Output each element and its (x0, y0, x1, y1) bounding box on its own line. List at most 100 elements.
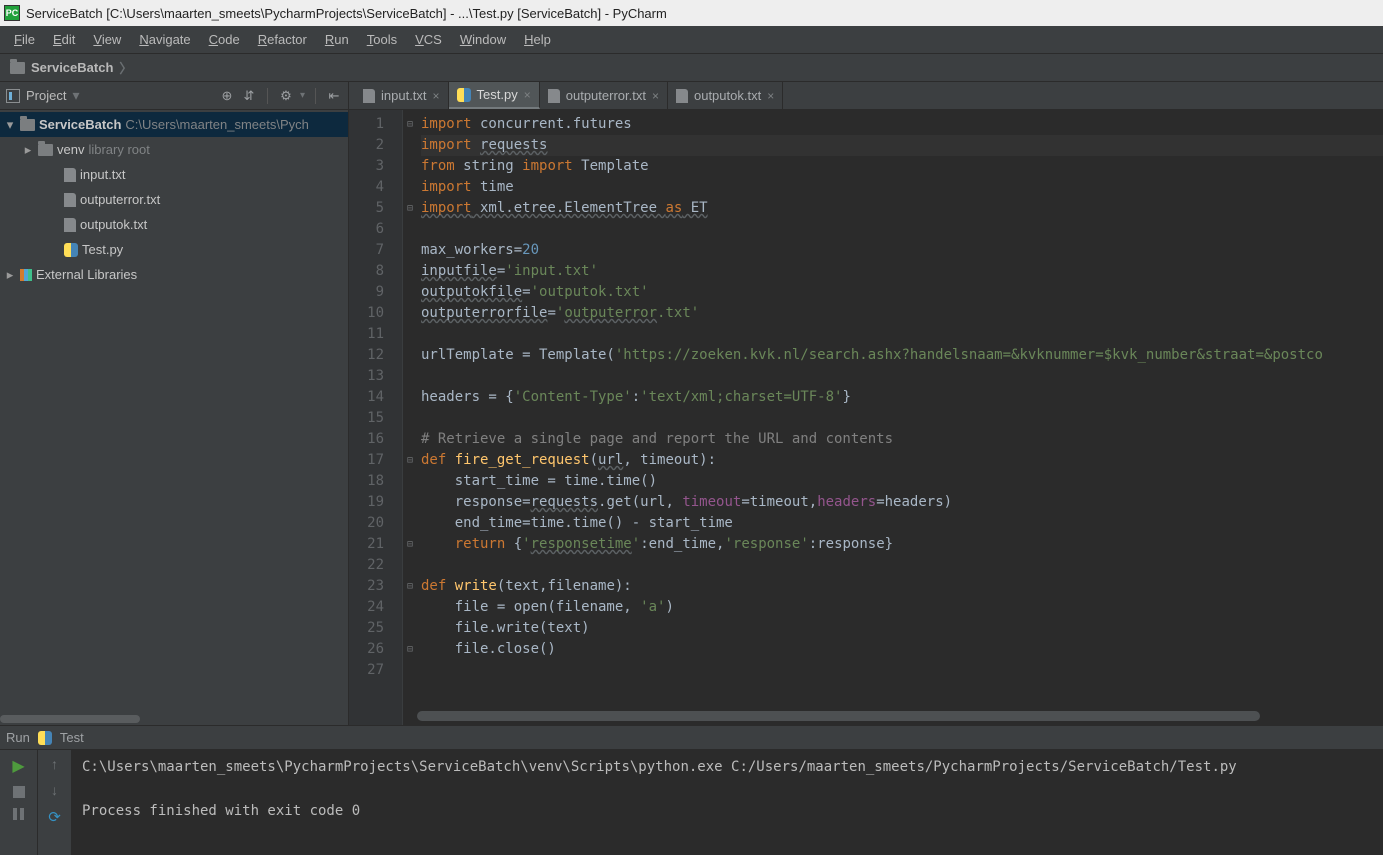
menu-help[interactable]: Help (516, 28, 559, 51)
run-config-name[interactable]: Test (60, 730, 84, 745)
python-file-icon (64, 243, 78, 257)
code-line-4[interactable]: import time (421, 177, 1383, 198)
tree-item-servicebatch[interactable]: ServiceBatch C:\Users\maarten_smeets\Pyc… (0, 112, 348, 137)
run-stop-icon[interactable] (13, 786, 25, 798)
text-file-icon (64, 218, 76, 232)
python-file-icon (457, 88, 471, 102)
code-line-17[interactable]: def fire_get_request(url, timeout): (421, 450, 1383, 471)
text-file-icon (548, 89, 560, 103)
separator (267, 88, 268, 104)
menu-window[interactable]: Window (452, 28, 514, 51)
locate-icon[interactable]: ⊕ (219, 88, 235, 104)
run-play-icon[interactable]: ▶ (12, 756, 24, 776)
close-icon[interactable]: × (433, 89, 440, 103)
chevron-down-icon[interactable]: ▾ (300, 90, 305, 101)
tab-outputerror-txt[interactable]: outputerror.txt × (540, 82, 668, 109)
code-content[interactable]: import concurrent.futuresimport requests… (417, 110, 1383, 725)
menu-edit[interactable]: Edit (45, 28, 83, 51)
code-line-8[interactable]: inputfile='input.txt' (421, 261, 1383, 282)
menu-run[interactable]: Run (317, 28, 357, 51)
code-line-2[interactable]: import requests (421, 135, 1383, 156)
code-line-26[interactable]: file.close() (421, 639, 1383, 660)
tree-arrow-icon[interactable] (22, 142, 34, 158)
run-toolbar-primary: ▶ (0, 750, 38, 855)
folder-icon (10, 62, 25, 74)
code-line-11[interactable] (421, 324, 1383, 345)
code-line-24[interactable]: file = open(filename, 'a') (421, 597, 1383, 618)
up-arrow-icon[interactable]: ↑ (51, 756, 58, 772)
code-line-19[interactable]: response=requests.get(url, timeout=timeo… (421, 492, 1383, 513)
code-line-7[interactable]: max_workers=20 (421, 240, 1383, 261)
tab-outputok-txt[interactable]: outputok.txt× (668, 82, 783, 109)
code-line-3[interactable]: from string import Template (421, 156, 1383, 177)
dropdown-icon[interactable]: ▾ (72, 87, 79, 104)
menu-navigate[interactable]: Navigate (131, 28, 198, 51)
down-arrow-icon[interactable]: ↓ (51, 782, 58, 798)
menubar: FileEditViewNavigateCodeRefactorRunTools… (0, 26, 1383, 54)
close-icon[interactable]: × (767, 89, 774, 103)
menu-view[interactable]: View (85, 28, 129, 51)
app-icon: PC (4, 5, 20, 21)
code-line-18[interactable]: start_time = time.time() (421, 471, 1383, 492)
menu-refactor[interactable]: Refactor (250, 28, 315, 51)
tree-label: Test.py (82, 242, 123, 257)
code-line-6[interactable] (421, 219, 1383, 240)
text-file-icon (64, 168, 76, 182)
code-line-16[interactable]: # Retrieve a single page and report the … (421, 429, 1383, 450)
code-line-20[interactable]: end_time=time.time() - start_time (421, 513, 1383, 534)
menu-file[interactable]: File (6, 28, 43, 51)
text-file-icon (676, 89, 688, 103)
run-body: ▶ ↑ ↓ ⟳ C:\Users\maarten_smeets\PycharmP… (0, 750, 1383, 855)
tab-label: Test.py (477, 87, 518, 102)
close-icon[interactable]: × (524, 88, 531, 102)
collapse-icon[interactable]: ⇵ (241, 88, 257, 104)
horizontal-scrollbar[interactable] (0, 713, 348, 725)
code-line-13[interactable] (421, 366, 1383, 387)
tab-input-txt[interactable]: input.txt× (355, 82, 449, 109)
python-icon (38, 731, 52, 745)
code-line-23[interactable]: def write(text,filename): (421, 576, 1383, 597)
text-file-icon (363, 89, 375, 103)
tree-item-test-py[interactable]: Test.py (0, 237, 348, 262)
code-line-10[interactable]: outputerrorfile='outputerror.txt' (421, 303, 1383, 324)
tree-label: outputok.txt (80, 217, 147, 232)
tree-arrow-icon[interactable] (4, 117, 16, 133)
tree-item-outputerror-txt[interactable]: outputerror.txt (0, 187, 348, 212)
code-line-5[interactable]: import xml.etree.ElementTree as ET (421, 198, 1383, 219)
gear-icon[interactable]: ⚙ (278, 88, 294, 104)
editor-horizontal-scrollbar[interactable] (417, 711, 1375, 721)
run-pause-icon[interactable] (13, 808, 24, 820)
window-title: ServiceBatch [C:\Users\maarten_smeets\Py… (26, 6, 667, 21)
code-line-22[interactable] (421, 555, 1383, 576)
run-console[interactable]: C:\Users\maarten_smeets\PycharmProjects\… (72, 750, 1383, 855)
hide-icon[interactable]: ⇤ (326, 88, 342, 104)
code-line-27[interactable] (421, 660, 1383, 681)
code-line-15[interactable] (421, 408, 1383, 429)
tab-test-py[interactable]: Test.py × (449, 82, 540, 109)
project-panel-label[interactable]: Project (26, 88, 66, 103)
code-line-12[interactable]: urlTemplate = Template('https://zoeken.k… (421, 345, 1383, 366)
menu-tools[interactable]: Tools (359, 28, 405, 51)
tab-label: outputerror.txt (566, 88, 646, 103)
project-tree[interactable]: ServiceBatch C:\Users\maarten_smeets\Pyc… (0, 110, 348, 713)
tree-label: outputerror.txt (80, 192, 160, 207)
code-line-21[interactable]: return {'responsetime':end_time,'respons… (421, 534, 1383, 555)
tree-item-outputok-txt[interactable]: outputok.txt (0, 212, 348, 237)
toggle-soft-wrap-icon[interactable]: ⟳ (48, 808, 61, 826)
fold-gutter[interactable]: ⊟⊟⊟⊟⊟⊟ (403, 110, 417, 725)
close-icon[interactable]: × (652, 89, 659, 103)
code-line-14[interactable]: headers = {'Content-Type':'text/xml;char… (421, 387, 1383, 408)
code-line-1[interactable]: import concurrent.futures (421, 114, 1383, 135)
menu-vcs[interactable]: VCS (407, 28, 450, 51)
tree-item-input-txt[interactable]: input.txt (0, 162, 348, 187)
tree-arrow-icon[interactable] (4, 267, 16, 283)
code-line-9[interactable]: outputokfile='outputok.txt' (421, 282, 1383, 303)
tree-label: ServiceBatch (39, 117, 121, 132)
code-editor[interactable]: 1234567891011121314151617181920212223242… (349, 110, 1383, 725)
run-label[interactable]: Run (6, 730, 30, 745)
menu-code[interactable]: Code (201, 28, 248, 51)
tree-item-venv[interactable]: venv library root (0, 137, 348, 162)
code-line-25[interactable]: file.write(text) (421, 618, 1383, 639)
tree-item-external-libraries[interactable]: External Libraries (0, 262, 348, 287)
breadcrumb-project[interactable]: ServiceBatch (31, 60, 113, 75)
